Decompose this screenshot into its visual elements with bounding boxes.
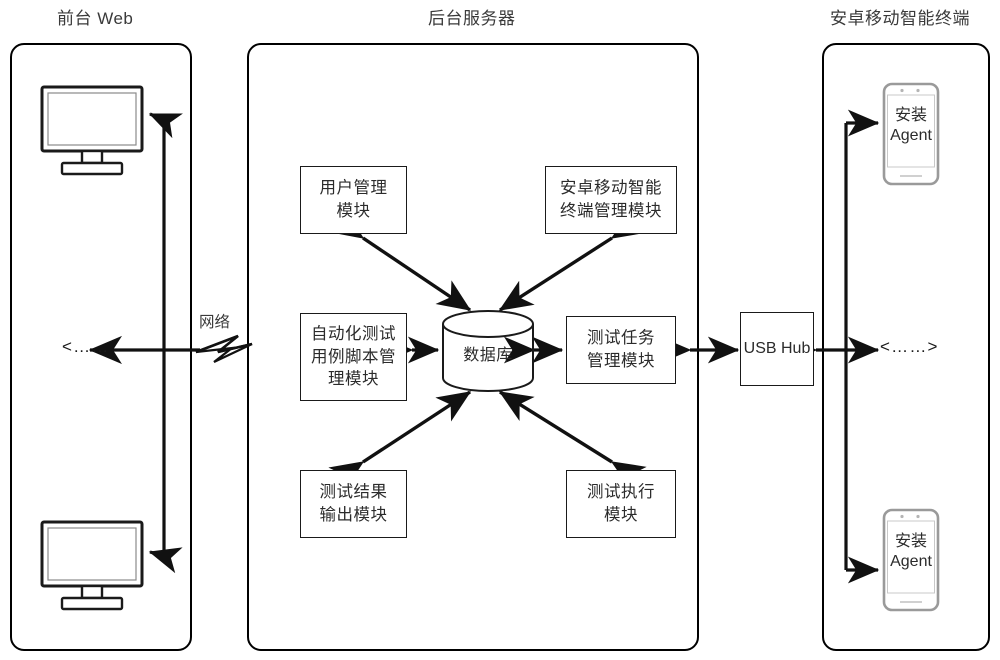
module-line: 测试任务	[587, 329, 655, 348]
usb-hub-line: Hub	[781, 339, 811, 357]
device-line: Agent	[890, 127, 932, 144]
module-line: 终端管理模块	[560, 202, 662, 220]
module-test-task-management[interactable]: 测试任务 管理模块	[566, 316, 676, 384]
module-line: 用户管理	[319, 179, 388, 198]
module-line: 安卓移动智能	[560, 179, 662, 198]
module-line: 理模块	[328, 370, 379, 389]
module-test-result-output[interactable]: 测试结果 输出模块	[300, 470, 407, 538]
web-client-monitor-bottom	[40, 520, 144, 621]
network-lightning-icon	[195, 334, 253, 363]
module-android-terminal-management[interactable]: 安卓移动智能 终端管理模块	[545, 166, 677, 234]
android-device-top[interactable]: 安装 Agent	[882, 82, 940, 186]
module-automation-testcase-script-management[interactable]: 自动化测试 用例脚本管 理模块	[300, 313, 407, 401]
usb-hub-box[interactable]: USB Hub	[740, 312, 814, 386]
module-line: 自动化测试	[311, 324, 396, 343]
module-line: 模块	[604, 506, 638, 524]
android-devices-ellipsis: <……>	[880, 337, 939, 356]
usb-hub-line: USB	[743, 339, 777, 357]
module-line: 用例脚本管	[311, 347, 396, 366]
web-client-monitor-top	[40, 85, 144, 186]
device-line: 安装	[894, 107, 927, 124]
module-user-management[interactable]: 用户管理 模块	[300, 166, 407, 234]
diagram-canvas: 前台 Web 后台服务器 安卓移动智能终端 <…… 网络 用户管理 模块 安卓移…	[0, 0, 1000, 660]
module-line: 模块	[336, 202, 371, 220]
module-line: 管理模块	[587, 352, 655, 370]
module-line: 输出模块	[319, 506, 388, 524]
android-device-bottom[interactable]: 安装 Agent	[882, 508, 940, 612]
module-test-execution[interactable]: 测试执行 模块	[566, 470, 676, 538]
usb-android-link	[785, 109, 880, 584]
device-line: Agent	[890, 553, 932, 570]
module-line: 测试结果	[319, 483, 388, 502]
network-label: 网络	[199, 314, 231, 331]
database-label: 数据库	[463, 347, 513, 364]
device-line: 安装	[894, 533, 927, 550]
web-clients-ellipsis: <……	[62, 337, 110, 356]
module-line: 测试执行	[587, 483, 655, 502]
